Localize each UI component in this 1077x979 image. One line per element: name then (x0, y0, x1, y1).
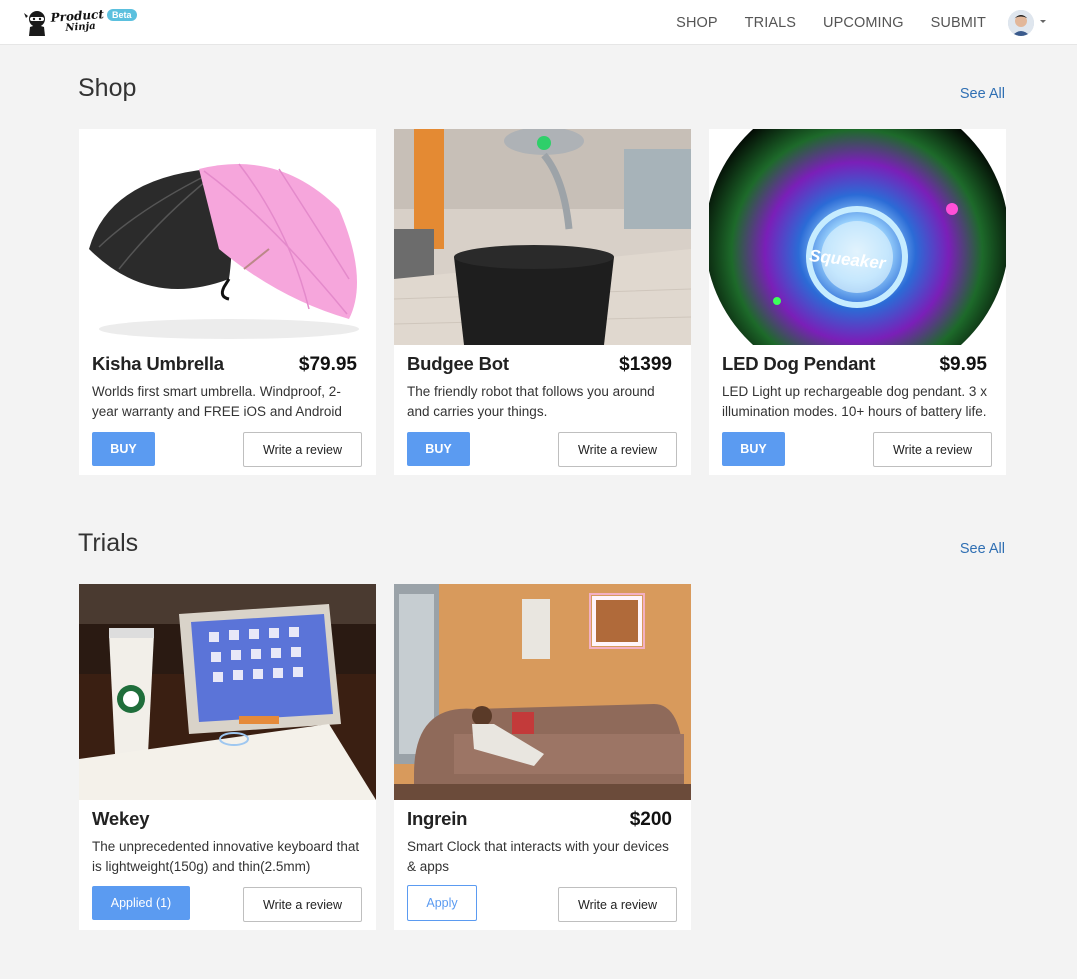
nav-submit[interactable]: SUBMIT (931, 15, 986, 31)
card-header: LED Dog Pendant $9.95 (722, 353, 987, 376)
card-header: Ingrein $200 (407, 808, 672, 831)
product-image[interactable] (79, 129, 376, 345)
product-name[interactable]: LED Dog Pendant (722, 353, 875, 375)
product-card-budgee-bot: Budgee Bot $1399 The friendly robot that… (394, 129, 691, 475)
write-review-button[interactable]: Write a review (558, 432, 677, 467)
see-all-trials-link[interactable]: See All (960, 541, 1005, 557)
product-image[interactable]: Squeaker (709, 129, 1006, 345)
product-image[interactable] (394, 584, 691, 800)
logo-wordmark: Product Ninja (50, 7, 105, 34)
product-name[interactable]: Ingrein (407, 808, 467, 830)
product-price: $1399 (619, 354, 672, 375)
section-title-shop: Shop (78, 74, 137, 102)
product-name[interactable]: Budgee Bot (407, 353, 509, 375)
card-header: Wekey (92, 808, 357, 830)
buy-button[interactable]: BUY (722, 432, 785, 466)
section-title-trials: Trials (78, 529, 139, 557)
product-price: $79.95 (298, 354, 357, 375)
product-description: LED Light up rechargeable dog pendant. 3… (722, 384, 987, 419)
apply-button[interactable]: Apply (407, 885, 477, 921)
user-avatar[interactable] (1008, 10, 1034, 36)
product-card-led-dog-pendant: Squeaker LED Dog Pendant $9.95 LED Light… (709, 129, 1006, 475)
write-review-button[interactable]: Write a review (243, 887, 362, 922)
write-review-button[interactable]: Write a review (558, 887, 677, 922)
product-image[interactable] (394, 129, 691, 345)
nav-trials[interactable]: TRIALS (745, 15, 796, 31)
product-card-kisha-umbrella: Kisha Umbrella $79.95 Worlds first smart… (79, 129, 376, 475)
nav-upcoming[interactable]: UPCOMING (823, 15, 904, 31)
product-description: Worlds first smart umbrella. Windproof, … (92, 384, 342, 419)
trial-card-ingrein: Ingrein $200 Smart Clock that interacts … (394, 584, 691, 930)
product-price: $9.95 (939, 354, 987, 375)
top-navbar: Product Ninja Beta SHOP TRIALS UPCOMING … (0, 0, 1077, 45)
buy-button[interactable]: BUY (407, 432, 470, 466)
product-name[interactable]: Wekey (92, 808, 149, 830)
card-header: Kisha Umbrella $79.95 (92, 353, 357, 376)
product-name[interactable]: Kisha Umbrella (92, 353, 224, 375)
nav-shop[interactable]: SHOP (676, 15, 718, 31)
product-description: Smart Clock that interacts with your dev… (407, 839, 669, 874)
applied-button[interactable]: Applied (1) (92, 886, 190, 920)
card-header: Budgee Bot $1399 (407, 353, 672, 376)
buy-button[interactable]: BUY (92, 432, 155, 466)
product-description: The friendly robot that follows you arou… (407, 384, 655, 419)
write-review-button[interactable]: Write a review (873, 432, 992, 467)
beta-badge: Beta (107, 9, 137, 21)
trial-card-wekey: Wekey The unprecedented innovative keybo… (79, 584, 376, 930)
product-description: The unprecedented innovative keyboard th… (92, 839, 360, 874)
product-price: $200 (629, 809, 672, 830)
chevron-down-icon[interactable] (1040, 20, 1046, 23)
write-review-button[interactable]: Write a review (243, 432, 362, 467)
logo[interactable]: Product Ninja (24, 6, 104, 38)
see-all-shop-link[interactable]: See All (960, 86, 1005, 102)
ninja-logo-icon (24, 8, 50, 36)
product-image[interactable] (79, 584, 376, 800)
main-nav: SHOP TRIALS UPCOMING SUBMIT (649, 0, 986, 45)
